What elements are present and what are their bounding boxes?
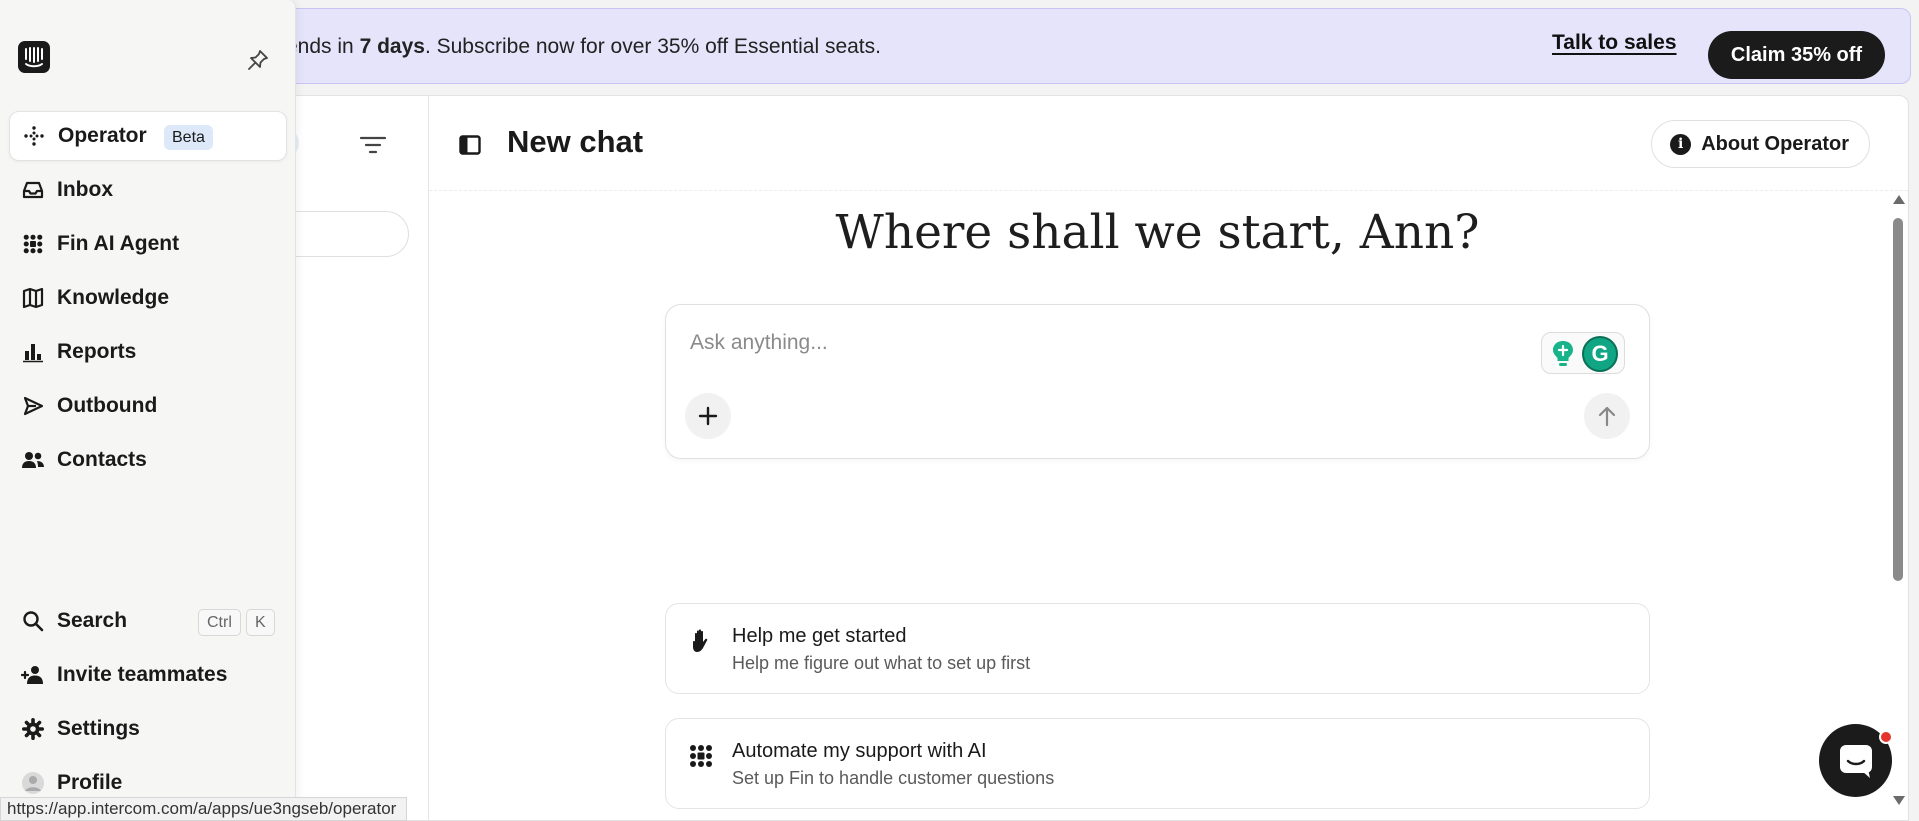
info-icon: i	[1670, 133, 1692, 155]
ask-input[interactable]	[690, 331, 1490, 355]
lightbulb-icon[interactable]	[1550, 339, 1576, 369]
arrow-up-icon	[1598, 406, 1616, 427]
banner-prefix: ends in	[286, 35, 354, 58]
suggestion-card[interactable]: Help me get started Help me figure out w…	[665, 603, 1650, 694]
sidebar-item-invite-teammates[interactable]: Invite teammates	[9, 650, 287, 700]
status-bar-url: https://app.intercom.com/a/apps/ue3ngseb…	[0, 797, 408, 821]
chat-composer: G	[665, 304, 1650, 459]
suggestion-title: Help me get started	[732, 625, 907, 647]
sidebar-item-operator[interactable]: Operator Beta	[9, 111, 287, 161]
notification-dot	[1879, 730, 1893, 744]
beta-badge: Beta	[164, 125, 213, 150]
suggestion-title: Automate my support with AI	[732, 740, 987, 762]
sidebar-item-label: Reports	[57, 340, 137, 363]
talk-to-sales-link[interactable]: Talk to sales	[1552, 31, 1677, 55]
inbox-icon	[21, 178, 45, 202]
grammarly-icon[interactable]: G	[1582, 336, 1618, 372]
pin-icon[interactable]	[246, 48, 270, 72]
send-button[interactable]	[1584, 393, 1630, 439]
sidebar-item-reports[interactable]: Reports	[9, 327, 287, 377]
chat-title: New chat	[507, 124, 644, 159]
banner-suffix: . Subscribe now for over 35% off Essenti…	[424, 35, 881, 58]
avatar-icon	[21, 771, 45, 795]
filter-icon[interactable]	[358, 133, 388, 157]
people-icon	[21, 448, 45, 472]
add-attachment-button[interactable]	[685, 393, 731, 439]
fin-icon	[690, 745, 712, 767]
suggestion-subtitle: Set up Fin to handle customer questions	[732, 768, 1055, 788]
about-operator-label: About Operator	[1701, 132, 1849, 155]
operator-icon	[22, 124, 46, 148]
sidebar-item-outbound[interactable]: Outbound	[9, 381, 287, 431]
fin-icon	[21, 232, 45, 256]
send-icon	[21, 394, 45, 418]
suggestion-subtitle: Help me figure out what to set up first	[732, 653, 1031, 673]
hand-icon	[693, 629, 708, 652]
claim-discount-button[interactable]: Claim 35% off	[1708, 31, 1885, 79]
sidebar-item-label: Invite teammates	[57, 663, 228, 686]
sidebar-item-label: Outbound	[57, 394, 158, 417]
sidebar-item-label: Fin AI Agent	[57, 232, 180, 255]
sidebar: Operator Beta Inbox Fin AI Agent Knowled…	[0, 0, 296, 821]
sidebar-item-label: Knowledge	[57, 286, 170, 309]
chat-scrollbar[interactable]	[1890, 195, 1906, 821]
shortcut-key-k: K	[246, 609, 275, 636]
sidebar-item-contacts[interactable]: Contacts	[9, 435, 287, 485]
greeting-heading: Where shall we start, Ann?	[835, 205, 1480, 260]
scroll-down-arrow-icon[interactable]	[1893, 796, 1905, 805]
about-operator-button[interactable]: i About Operator	[1651, 120, 1870, 168]
sidebar-item-settings[interactable]: Settings	[9, 704, 287, 754]
sidebar-item-label: Contacts	[57, 448, 147, 471]
add-person-icon	[21, 663, 45, 687]
intercom-logo-icon[interactable]	[18, 41, 50, 73]
sidebar-item-fin-ai-agent[interactable]: Fin AI Agent	[9, 219, 287, 269]
scroll-up-arrow-icon[interactable]	[1893, 195, 1905, 204]
sidebar-item-label: Search	[57, 609, 128, 632]
shortcut-key-ctrl: Ctrl	[198, 609, 241, 636]
banner-days: 7 days	[359, 35, 425, 58]
toggle-panel-icon[interactable]	[459, 135, 481, 155]
bar-chart-icon	[21, 340, 45, 364]
scroll-thumb[interactable]	[1893, 218, 1903, 581]
sidebar-item-label: Profile	[57, 771, 123, 794]
chat-header: New chat i About Operator	[429, 96, 1908, 191]
sidebar-item-label: Inbox	[57, 178, 113, 201]
banner-message: ends in 7 days. Subscribe now for over 3…	[286, 9, 881, 85]
sidebar-item-label: Settings	[57, 717, 140, 740]
search-icon	[21, 609, 45, 633]
book-icon	[21, 286, 45, 310]
chat-bubble-icon	[1839, 744, 1872, 778]
sidebar-item-inbox[interactable]: Inbox	[9, 165, 287, 215]
suggestion-card[interactable]: Automate my support with AI Set up Fin t…	[665, 718, 1650, 809]
plus-icon	[698, 406, 718, 426]
sidebar-item-knowledge[interactable]: Knowledge	[9, 273, 287, 323]
sidebar-item-search[interactable]: Search Ctrl K	[9, 596, 287, 646]
sidebar-item-label: Operator	[58, 124, 147, 147]
grammarly-widget[interactable]: G	[1541, 332, 1625, 374]
gear-icon	[21, 717, 45, 741]
